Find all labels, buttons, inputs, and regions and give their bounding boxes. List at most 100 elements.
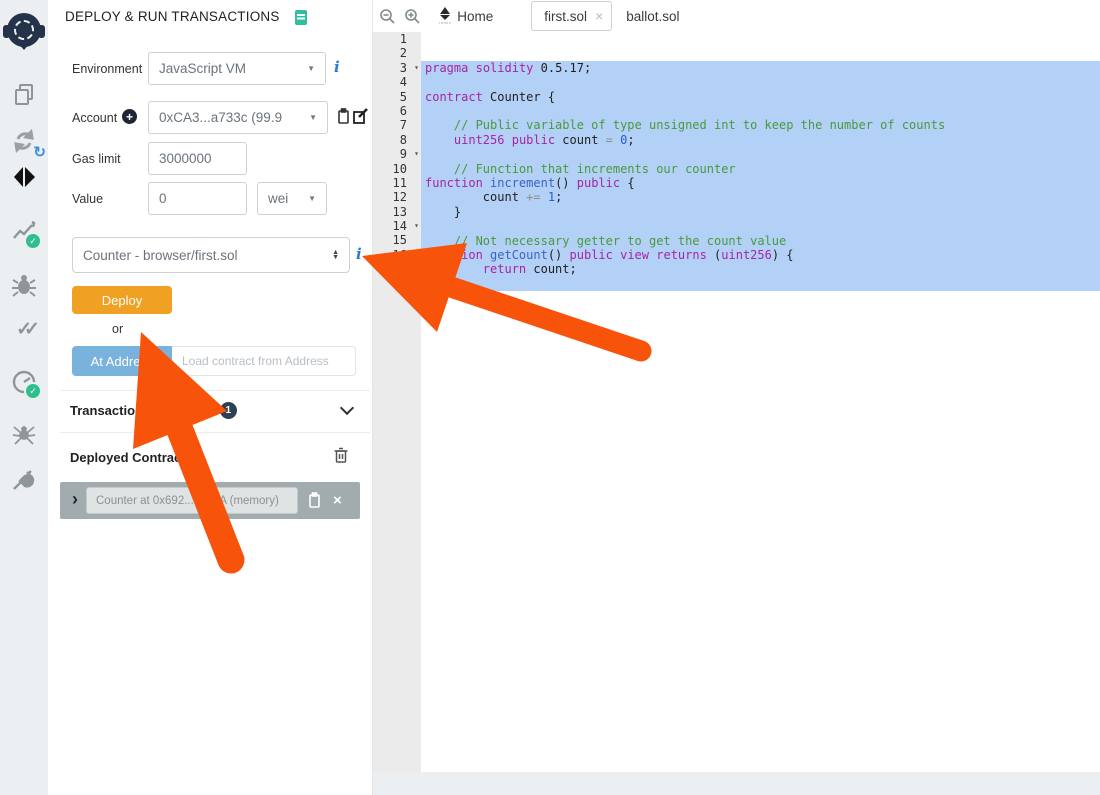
account-label: Account [72, 111, 117, 125]
trash-icon[interactable] [334, 447, 348, 464]
gutter-line-number[interactable]: 4 [373, 75, 421, 89]
account-select[interactable]: 0xCA3...a733c (99.9 ▼ [148, 101, 328, 134]
code-line[interactable] [421, 104, 1100, 118]
gutter-line-number[interactable]: 5 [373, 90, 421, 104]
updown-icon: ▲▼ [332, 250, 339, 260]
code-line[interactable]: function getCount() public view returns … [421, 248, 1100, 262]
file-explorer-icon[interactable] [0, 81, 48, 107]
code-line[interactable]: // Function that increments our counter [421, 162, 1100, 176]
contract-info-icon[interactable]: i [356, 245, 362, 263]
gutter-line-number[interactable]: 2 [373, 46, 421, 60]
environment-info-icon[interactable]: i [334, 58, 340, 76]
gutter: 123▾456789▾1011121314▾1516 [373, 32, 421, 772]
analysis-check-badge-icon: ✓ [24, 232, 42, 250]
code-line[interactable]: // Public variable of type unsigned int … [421, 118, 1100, 132]
gutter-line-number[interactable]: 8 [373, 133, 421, 147]
gutter-line-number[interactable]: 15 [373, 233, 421, 247]
code-line[interactable] [421, 219, 1100, 233]
deployed-contract-pill[interactable]: Counter at 0x692...77b3A (memory) [86, 487, 298, 514]
code-line[interactable]: } [421, 205, 1100, 219]
zoom-in-icon[interactable] [404, 8, 421, 25]
gutter-line-number[interactable]: 16 [373, 248, 421, 262]
value-input[interactable] [148, 182, 247, 215]
chevron-down-icon[interactable] [340, 401, 354, 415]
environment-select[interactable]: JavaScript VM ▼ [148, 52, 326, 85]
editor-area: remix Home first.sol × ballot.sol 123▾45… [372, 0, 1100, 795]
code-line[interactable]: // Not necessary getter to get the count… [421, 234, 1100, 248]
gutter-line-number[interactable]: 3▾ [373, 61, 421, 75]
gas-gauge-icon[interactable]: ✓ [0, 368, 48, 396]
gutter-line-number[interactable]: 14▾ [373, 219, 421, 233]
deployed-contract-row: › Counter at 0x692...77b3A (memory) × [60, 482, 360, 519]
copy-contract-icon[interactable] [308, 492, 321, 509]
deployed-contracts-heading: Deployed Contracts [70, 450, 193, 465]
solidity-compiler-icon[interactable]: ↻ [0, 127, 48, 155]
static-analysis-icon[interactable]: ✓ [0, 218, 48, 246]
remix-mini-logo-icon: remix [439, 7, 451, 25]
gutter-line-number[interactable]: 10 [373, 162, 421, 176]
expand-chevron-icon[interactable]: › [72, 489, 78, 510]
value-label: Value [72, 192, 103, 206]
gas-limit-label: Gas limit [72, 152, 121, 166]
deploy-run-panel: DEPLOY & RUN TRANSACTIONS Environment Ja… [48, 0, 372, 795]
remix-logo-icon [0, 13, 48, 47]
tab-ballot-sol[interactable]: ballot.sol [626, 9, 679, 24]
code-line[interactable] [421, 147, 1100, 161]
code-line[interactable] [421, 75, 1100, 89]
plugin-manager-icon[interactable] [0, 468, 48, 494]
zoom-out-icon[interactable] [379, 8, 396, 25]
compiler-refresh-badge-icon: ↻ [33, 143, 46, 161]
caret-down-icon: ▼ [307, 64, 315, 73]
panel-title: DEPLOY & RUN TRANSACTIONS [65, 9, 280, 24]
deploy-button[interactable]: Deploy [72, 286, 172, 314]
gutter-line-number[interactable]: 11 [373, 176, 421, 190]
caret-down-icon: ▼ [309, 113, 317, 122]
add-account-icon[interactable]: + [122, 109, 137, 124]
or-label: or [112, 322, 123, 336]
divider [60, 432, 370, 433]
documentation-book-icon[interactable] [295, 10, 307, 25]
gutter-line-number[interactable]: 7 [373, 118, 421, 132]
divider [60, 390, 370, 391]
code-line[interactable]: return count; [421, 262, 1100, 276]
tab-first-sol[interactable]: first.sol × [531, 1, 612, 31]
tab-home[interactable]: Home [457, 9, 493, 24]
gutter-line-number[interactable]: 13 [373, 205, 421, 219]
tab-bar: remix Home first.sol × ballot.sol [373, 0, 1100, 32]
transactions-recorded-row[interactable]: Transactions recorded: 1 [70, 402, 237, 419]
gutter-line-number[interactable]: 9▾ [373, 147, 421, 161]
code-line[interactable]: pragma solidity 0.5.17; [421, 61, 1100, 75]
code-line[interactable]: uint256 public count = 0; [421, 133, 1100, 147]
code-area[interactable]: pragma solidity 0.5.17; contract Counter … [421, 32, 1100, 772]
unit-testing-icon[interactable]: ✓✓ [0, 318, 48, 341]
code-lines: pragma solidity 0.5.17; contract Counter … [421, 61, 1100, 291]
gutter-line-number[interactable]: 6 [373, 104, 421, 118]
at-address-input[interactable] [172, 346, 356, 376]
caret-down-icon: ▼ [308, 194, 316, 203]
code-line[interactable]: contract Counter { [421, 90, 1100, 104]
spider-icon[interactable] [0, 421, 48, 447]
fold-caret-icon[interactable]: ▾ [414, 147, 419, 161]
transactions-count-badge: 1 [220, 402, 237, 419]
bottom-strip [373, 772, 1100, 795]
fold-caret-icon[interactable]: ▾ [414, 219, 419, 233]
icon-rail: ↻ ✓ ✓✓ ✓ [0, 0, 48, 795]
contract-select[interactable]: Counter - browser/first.sol ▲▼ [72, 237, 350, 273]
gauge-check-badge-icon: ✓ [24, 382, 42, 400]
gutter-line-number[interactable]: 12 [373, 190, 421, 204]
value-unit-select[interactable]: wei ▼ [257, 182, 327, 215]
code-line[interactable]: function increment() public { [421, 176, 1100, 190]
at-address-button[interactable]: At Address [72, 346, 172, 376]
copy-account-icon[interactable] [337, 108, 350, 125]
debugger-bug-icon[interactable] [0, 272, 48, 298]
gutter-line-number[interactable]: 1 [373, 32, 421, 46]
code-line[interactable]: } [421, 277, 1100, 291]
deploy-and-run-icon[interactable] [0, 163, 48, 191]
remove-contract-icon[interactable]: × [333, 492, 342, 509]
code-line[interactable]: count += 1; [421, 190, 1100, 204]
gas-limit-input[interactable] [148, 142, 247, 175]
fold-caret-icon[interactable]: ▾ [414, 61, 419, 75]
close-tab-icon[interactable]: × [595, 8, 603, 24]
remix-ide-window: ↻ ✓ ✓✓ ✓ DEPLOY & RUN TRANSACTIONS Envir… [0, 0, 1100, 795]
edit-account-icon[interactable] [353, 108, 368, 125]
